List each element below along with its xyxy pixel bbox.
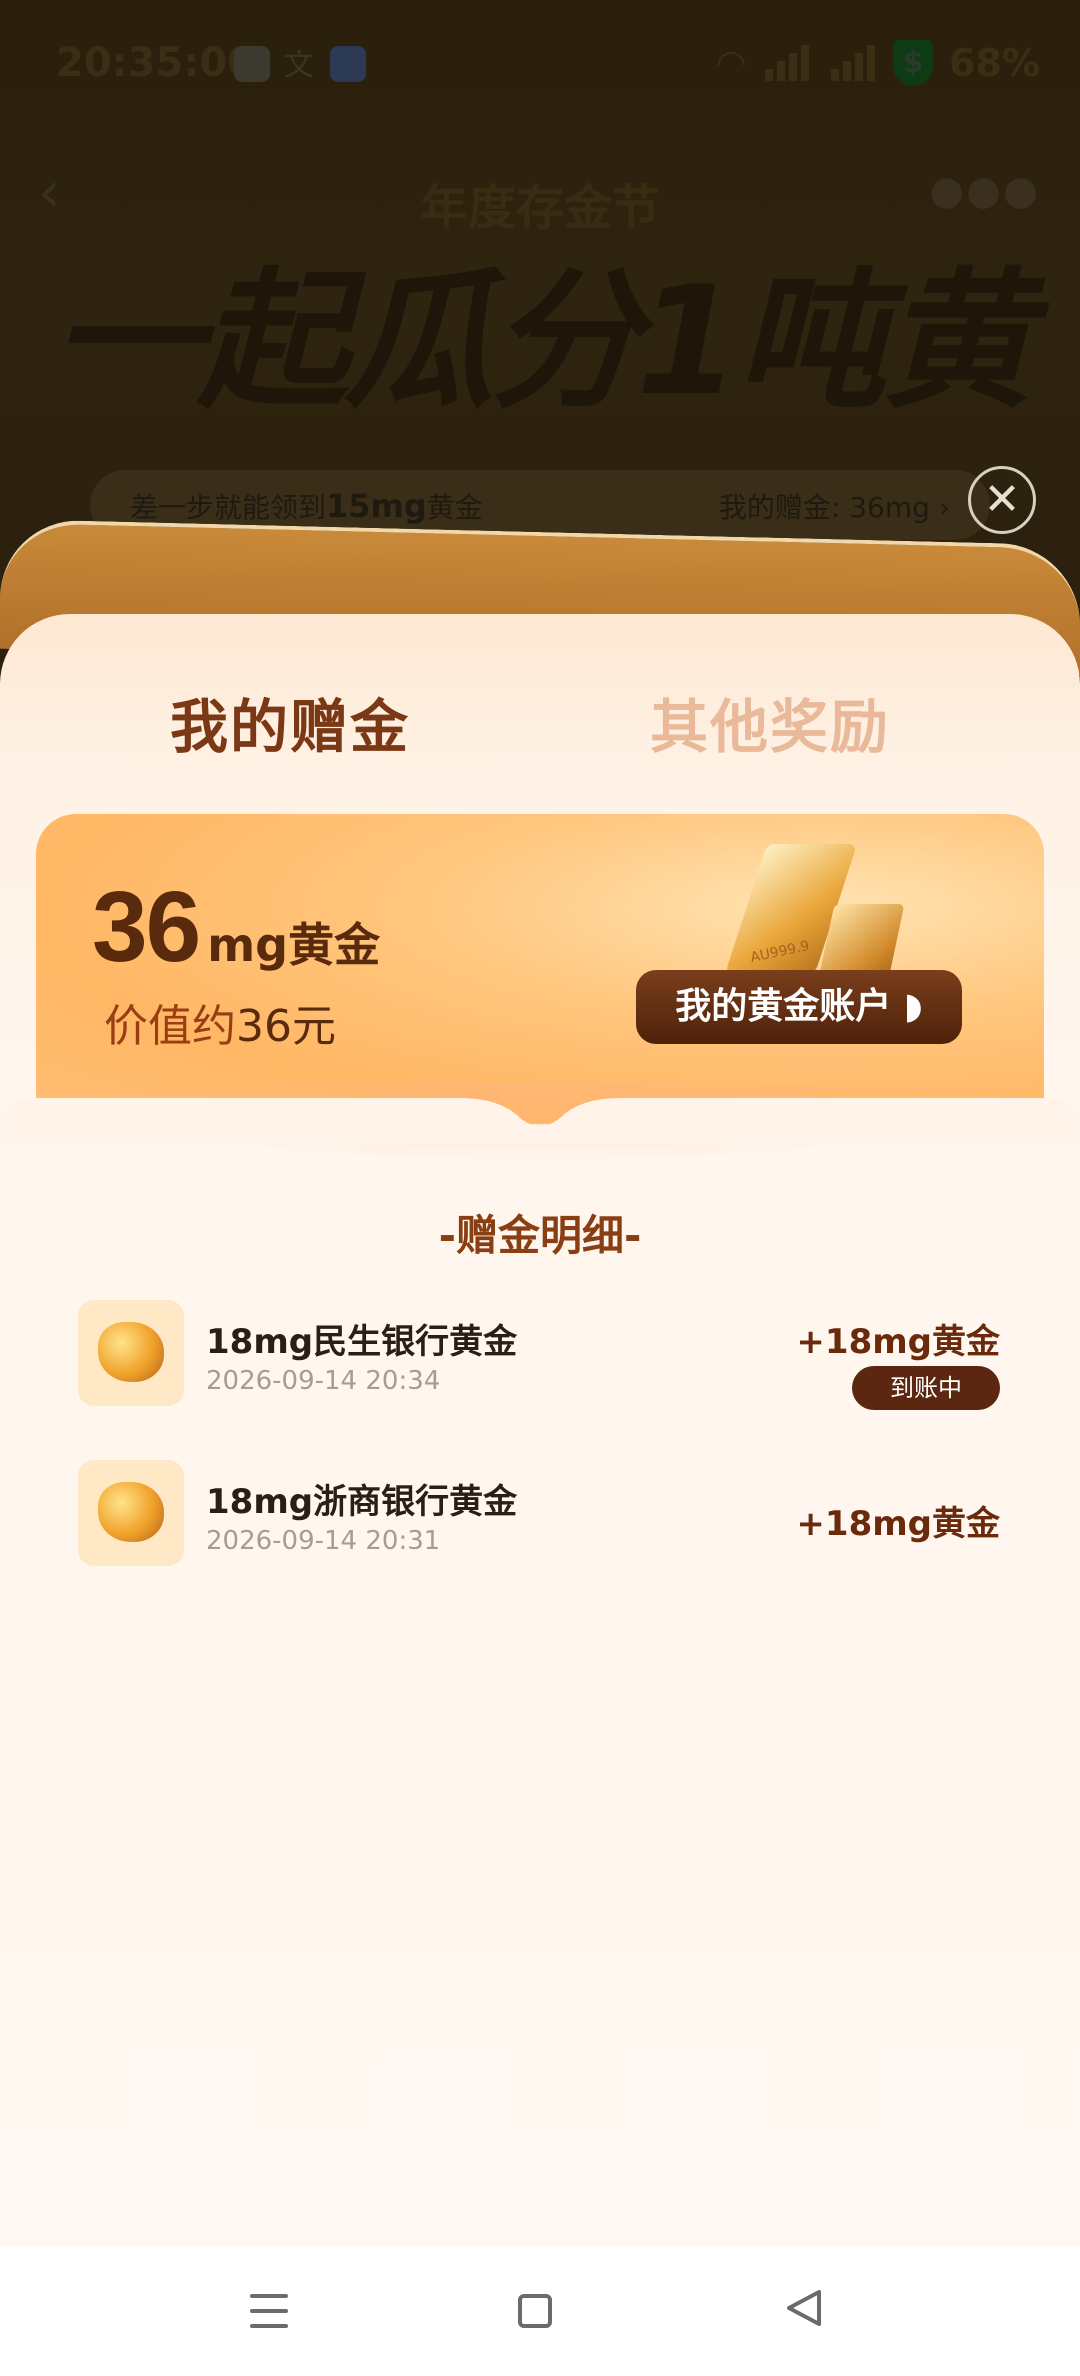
translate-icon: 文 (284, 48, 314, 83)
home-icon[interactable] (510, 2286, 560, 2336)
system-nav-bar (0, 2246, 1080, 2376)
record-name: 18mg浙商银行黄金 (206, 1482, 518, 1522)
gold-nugget-icon (78, 1300, 184, 1406)
status-bar: 20:35:00 文 ◠ $ 68% (0, 0, 1080, 130)
wifi-icon: ◠ (717, 42, 746, 84)
status-indicators: ◠ $ 68% (717, 40, 1040, 86)
gold-summary-card: 36 mg黄金 价值约36元 AU999.9 我的黄金账户 ◗ (36, 814, 1044, 1124)
status-time: 20:35:00 (56, 40, 255, 86)
battery-level: 68% (949, 41, 1040, 85)
chat-app-icon (234, 46, 270, 82)
tip-amount: 15mg (326, 487, 427, 525)
gift-gold-sheet: 我的赠金 其他奖励 36 mg黄金 价值约36元 AU999.9 我的黄金账户 ◗… (0, 614, 1080, 2246)
gold-amount: 36 mg黄金 (92, 870, 380, 985)
back-triangle-icon[interactable] (778, 2286, 828, 2336)
security-shield-icon: $ (893, 40, 934, 86)
tip-prefix: 差一步就能领到 (130, 491, 327, 524)
record-date: 2026-09-14 20:34 (206, 1366, 441, 1396)
tab-other-rewards[interactable]: 其他奖励 (650, 680, 890, 764)
record-gain: +18mg黄金 (796, 1504, 1000, 1544)
tab-my-gift-gold[interactable]: 我的赠金 (170, 680, 410, 764)
status-badge: 到账中 (852, 1366, 1000, 1410)
signal-icon (761, 43, 811, 83)
card-divider-wave (0, 1098, 1080, 1144)
gold-value: 价值约36元 (104, 990, 336, 1054)
gold-amount-number: 36 (92, 871, 201, 983)
record-name: 18mg民生银行黄金 (206, 1322, 518, 1362)
signal-icon-2 (827, 43, 877, 83)
close-icon[interactable]: ✕ (968, 466, 1036, 534)
menu-icon[interactable] (244, 2286, 294, 2336)
gold-value-amount: 36元 (236, 1001, 336, 1052)
gold-nugget-icon (78, 1460, 184, 1566)
section-title-details: -赠金明细- (438, 1211, 642, 1260)
list-item[interactable]: 18mg民生银行黄金 2026-09-14 20:34 +18mg黄金 到账中 (78, 1300, 1000, 1410)
record-date: 2026-09-14 20:31 (206, 1526, 441, 1556)
my-gift-gold-link[interactable]: 我的赠金: 36mg › (719, 486, 950, 526)
gold-account-button[interactable]: 我的黄金账户 ◗ (636, 970, 962, 1044)
record-gain: +18mg黄金 (796, 1322, 1000, 1362)
tip-suffix: 黄金 (426, 491, 483, 524)
browser-app-icon (330, 46, 366, 82)
gold-bar-illustration: AU999.9 (706, 844, 906, 984)
gold-amount-unit: mg黄金 (207, 918, 381, 972)
list-item[interactable]: 18mg浙商银行黄金 2026-09-14 20:31 +18mg黄金 (78, 1460, 1000, 1570)
gold-value-prefix: 价值约 (104, 1001, 236, 1052)
